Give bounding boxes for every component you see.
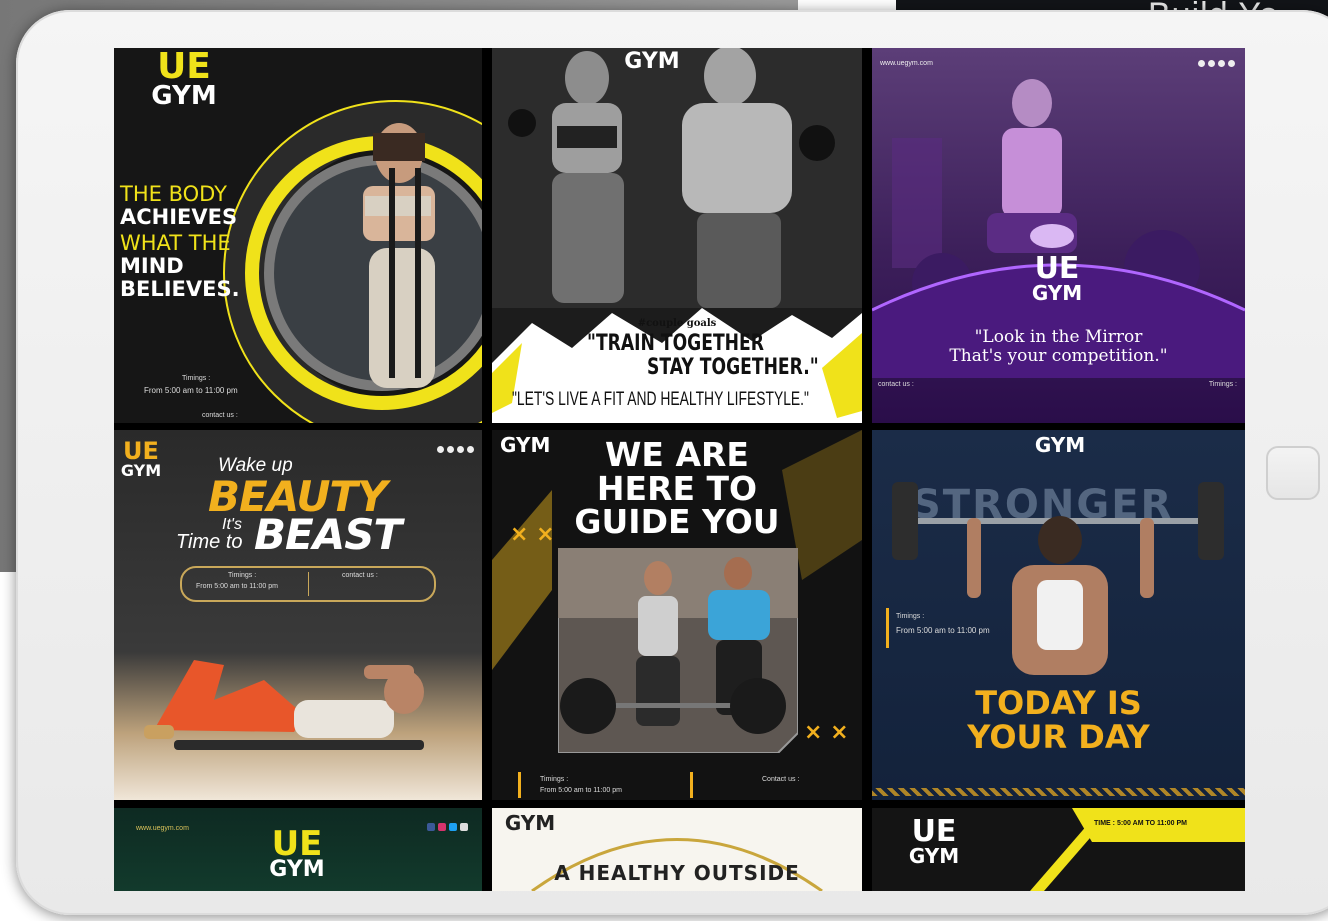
timings-value: From 5:00 am to 11:00 pm: [896, 626, 990, 635]
gym-post-train-together[interactable]: #couple goals "TRAIN TOGETHER STAY TOGET…: [492, 48, 862, 423]
facebook-icon[interactable]: [1198, 60, 1205, 67]
gym-post-guide-you[interactable]: GYM WE ARE HERE TO GUIDE YOU × × × × Tim…: [492, 430, 862, 800]
twitter-icon[interactable]: [1218, 60, 1225, 67]
x-marks-left: × ×: [510, 522, 555, 547]
website-url: www.uegym.com: [880, 60, 933, 67]
timings-value: From 5:00 am to 11:00 pm: [540, 787, 622, 794]
website-url: www.uegym.com: [136, 825, 189, 832]
striped-border: [872, 788, 1245, 796]
info-pill: Timings : From 5:00 am to 11:00 pm conta…: [180, 566, 436, 602]
timings-label: Timings :: [228, 572, 257, 579]
beast-text: BEAST: [254, 510, 402, 559]
post-headline: THE BODY ACHIEVES WHAT THE MIND BELIEVES…: [120, 182, 240, 301]
timings-value: From 5:00 am to 11:00 pm: [144, 386, 238, 395]
healthy-headline: A HEALTHY OUTSIDE: [554, 861, 800, 885]
time-to-text: Time to: [176, 531, 243, 553]
tagline: "LET'S LIVE A FIT AND HEALTHY LIFESTYLE.…: [512, 389, 809, 410]
timings-label: Timings :: [1208, 381, 1237, 388]
woman-barbell-photo: [892, 482, 1224, 675]
gym-logo: GYM: [624, 49, 680, 74]
twitter-icon[interactable]: [457, 446, 464, 453]
ue-gym-logo: UE GYM: [269, 824, 325, 883]
social-icons: [427, 823, 468, 831]
pill-divider: [308, 572, 309, 596]
timings-label: Timings :: [540, 776, 569, 783]
contact-label: contact us :: [202, 412, 238, 419]
ue-gym-logo: UE GYM: [908, 814, 960, 868]
youtube-icon[interactable]: [460, 823, 468, 831]
time-banner: TIME : 5:00 AM TO 11:00 PM: [1094, 820, 1187, 827]
woman-purple-gym-photo: [872, 79, 1245, 378]
hashtag: #couple goals: [637, 318, 717, 329]
quote-line-1: "TRAIN TOGETHER: [587, 331, 764, 356]
gym-post-beauty-beast[interactable]: UE GYM Wake up BEAUTY It's Time to BEAST…: [114, 430, 482, 800]
gym-post-today-your-day[interactable]: GYM STRONGER Timings : From 5:00 am to 1…: [872, 430, 1245, 800]
instagram-icon[interactable]: [438, 823, 446, 831]
facebook-icon[interactable]: [437, 446, 444, 453]
gym-post-yellow-stripe[interactable]: UE GYM TIME : 5:00 AM TO 11:00 PM: [872, 808, 1245, 891]
woman-situp-photo: [144, 660, 424, 750]
contact-label: contact us :: [878, 381, 914, 388]
woman-battle-rope-photo: [363, 123, 435, 388]
gym-logo: GYM: [1034, 433, 1086, 457]
ue-gym-logo: UE GYM: [120, 437, 162, 480]
accent-bar: [886, 608, 889, 648]
timings-label: Timings :: [896, 613, 925, 620]
instagram-icon[interactable]: [447, 446, 454, 453]
contact-label: Contact us :: [762, 776, 800, 783]
gym-post-body-achieves[interactable]: UE GYM THE BODY ACHIEVES WHAT THE MIND B…: [114, 48, 482, 423]
timings-label: Timings :: [182, 375, 211, 382]
gym-logo: GYM: [504, 811, 556, 835]
timings-value: From 5:00 am to 11:00 pm: [196, 583, 278, 590]
youtube-icon[interactable]: [1228, 60, 1235, 67]
social-icons: [437, 446, 474, 453]
twitter-icon[interactable]: [449, 823, 457, 831]
instagram-icon[interactable]: [1208, 60, 1215, 67]
gym-post-mirror-quote[interactable]: www.uegym.com UE GYM "Look in the Mirror…: [872, 48, 1245, 423]
social-icons: [1198, 60, 1235, 67]
trainer-deadlift-photo: [558, 548, 798, 753]
tablet-home-button[interactable]: [1266, 446, 1320, 500]
divider-right: [690, 772, 693, 798]
ue-gym-logo: UE GYM: [1031, 251, 1083, 305]
today-headline: TODAY IS YOUR DAY: [967, 684, 1150, 756]
mirror-quote: "Look in the Mirror That's your competit…: [949, 327, 1168, 366]
x-marks-right: × ×: [804, 720, 849, 745]
couple-workout-photo: [492, 48, 862, 308]
gym-post-green[interactable]: www.uegym.com UE GYM: [114, 808, 482, 891]
quote-line-2: STAY TOGETHER.": [647, 355, 819, 380]
youtube-icon[interactable]: [467, 446, 474, 453]
ue-gym-logo: UE GYM: [151, 48, 217, 112]
contact-label: contact us :: [342, 572, 378, 579]
gym-post-healthy-outside[interactable]: GYM A HEALTHY OUTSIDE: [492, 808, 862, 891]
facebook-icon[interactable]: [427, 823, 435, 831]
divider-left: [518, 772, 521, 798]
instagram-post-grid: UE GYM THE BODY ACHIEVES WHAT THE MIND B…: [114, 48, 1245, 891]
